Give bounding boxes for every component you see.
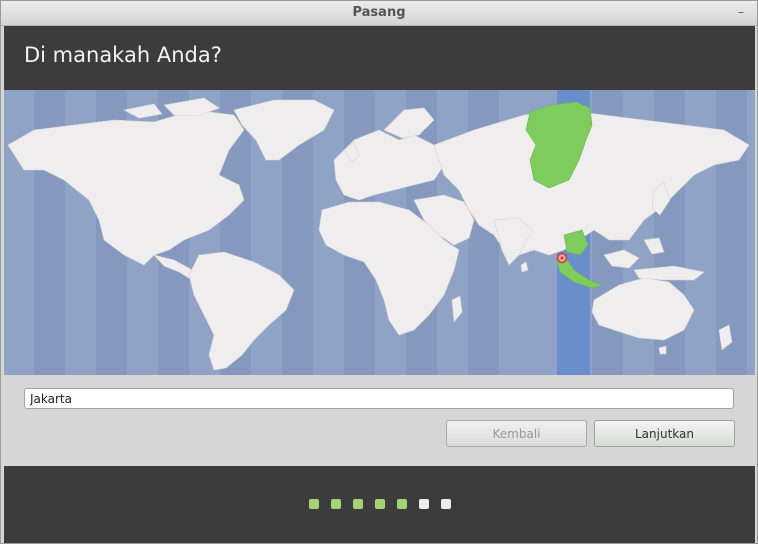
progress-step-dot (397, 499, 407, 509)
progress-step-dot (331, 499, 341, 509)
progress-step-dot (309, 499, 319, 509)
window-title: Pasang (352, 5, 406, 20)
page-header: Di manakah Anda? (4, 26, 755, 90)
world-map-icon (7, 90, 750, 375)
progress-footer (4, 466, 755, 543)
titlebar: Pasang – (1, 1, 757, 26)
timezone-map[interactable] (4, 90, 755, 375)
next-button[interactable]: Lanjutkan (594, 420, 735, 447)
page-title: Di manakah Anda? (24, 43, 222, 67)
back-button[interactable]: Kembali (446, 420, 587, 447)
progress-dots (309, 499, 451, 509)
progress-step-dot (353, 499, 363, 509)
installer-window: Pasang – Di manakah Anda? Jakarta Kembal… (0, 0, 758, 544)
progress-step-dot (441, 499, 451, 509)
progress-step-dot (375, 499, 385, 509)
location-pin-icon (556, 252, 568, 264)
progress-step-dot (419, 499, 429, 509)
minimize-icon[interactable]: – (733, 5, 749, 21)
location-input[interactable] (24, 388, 734, 409)
